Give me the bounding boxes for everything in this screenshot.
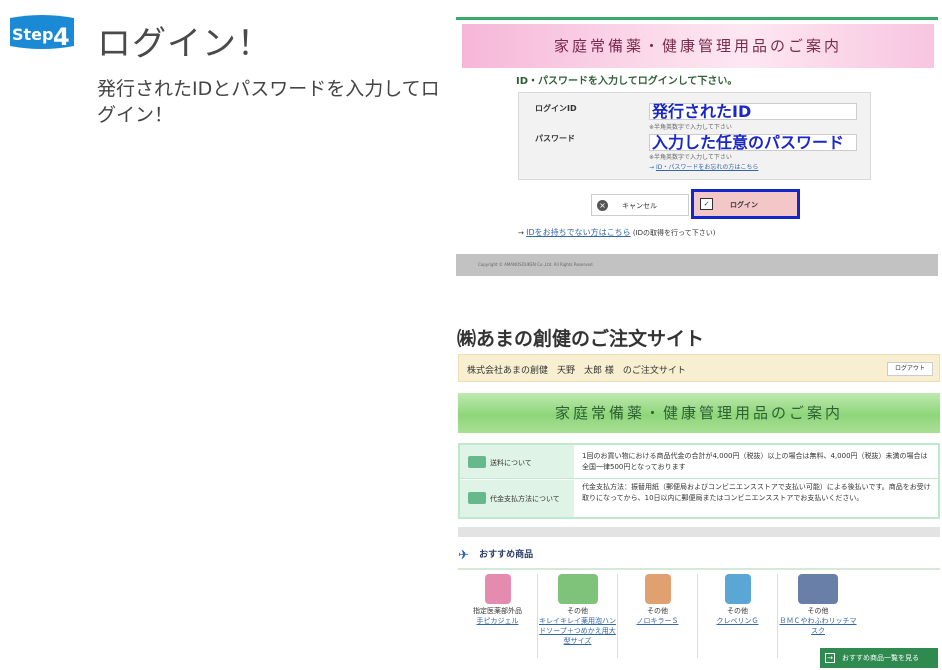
info-label: 代金支払方法について xyxy=(490,495,560,503)
info-label-cell: 代金支払方法について xyxy=(460,480,574,517)
login-form: ログインID 発行されたID ※半角英数字で入力して下さい パスワード 入力した… xyxy=(518,92,871,180)
site-header-text: 株式会社あまの創健 天野 太郎 様 のご注文サイト xyxy=(467,366,686,376)
login-button-label: ログイン xyxy=(730,201,758,209)
password-hint: ※半角英数字で入力して下さい xyxy=(649,154,732,161)
product-category: その他 xyxy=(647,607,668,615)
login-id-hint: ※半角英数字で入力して下さい xyxy=(649,124,732,131)
info-text: 代金支払方法：振替用紙（郵便局およびコンビニエンスストアで支払い可能）による後払… xyxy=(582,483,931,502)
no-id-note: (IDの取得を行って下さい) xyxy=(632,229,716,237)
step-description: 発行されたIDとパスワードを入力してログイン！ xyxy=(97,78,440,126)
product-category: その他 xyxy=(567,607,588,615)
product-image[interactable] xyxy=(724,574,751,604)
recommend-all-button[interactable]: → おすすめ商品一覧を見る xyxy=(820,648,938,668)
password-label: パスワード xyxy=(535,134,575,143)
login-top-line xyxy=(456,17,938,20)
recommend-heading: ✈ おすすめ商品 xyxy=(458,547,534,563)
info-label: 送料について xyxy=(490,459,532,467)
recommend-all-label: おすすめ商品一覧を見る xyxy=(842,654,919,662)
step-badge-number: 4 xyxy=(53,23,70,51)
product-item[interactable]: その他 クレベリンＧ xyxy=(698,574,778,658)
product-category: 指定医薬部外品 xyxy=(473,607,522,615)
site-header: 株式会社あまの創健 天野 太郎 様 のご注文サイト ログアウト xyxy=(458,354,940,382)
product-item[interactable]: その他 ＢＭＣやわふわリッチマスク xyxy=(778,574,858,658)
product-item[interactable]: その他 ノロキラーＳ xyxy=(618,574,698,658)
recommend-title: おすすめ商品 xyxy=(479,550,534,560)
site-banner: 家庭常備薬・健康管理用品のご案内 xyxy=(458,393,940,433)
product-category: その他 xyxy=(807,607,829,615)
product-name-link[interactable]: ＢＭＣやわふわリッチマスク xyxy=(778,616,858,636)
close-icon: × xyxy=(597,200,608,211)
info-text: 1回のお買い物における商品代金の合計が4,000円（税抜）以上の場合は無料、4,… xyxy=(582,452,928,471)
step-title: ログイン！ xyxy=(97,24,272,64)
login-footer: Copyright © AMANOSOUKEN Co.,Ltd. All Rig… xyxy=(456,254,938,276)
product-item[interactable]: その他 キレイキレイ薬用泡ハンドソープ＋つめかえ用大型サイズ xyxy=(538,574,618,658)
login-button[interactable]: ✓ ログイン xyxy=(691,189,800,219)
step-badge-word: Step xyxy=(12,25,53,44)
logout-button[interactable]: ログアウト xyxy=(887,362,933,376)
payment-icon xyxy=(468,492,486,504)
no-id-link[interactable]: IDをお持ちでない方はこちら xyxy=(526,228,631,237)
product-name-link[interactable]: ノロキラーＳ xyxy=(618,616,697,626)
cancel-button-label: キャンセル xyxy=(622,202,657,210)
section-separator xyxy=(458,527,940,537)
info-row-payment: 代金支払方法について 代金支払方法：振替用紙（郵便局およびコンビニエンスストアで… xyxy=(460,480,938,517)
product-name-link[interactable]: キレイキレイ薬用泡ハンドソープ＋つめかえ用大型サイズ xyxy=(538,616,617,646)
product-image[interactable] xyxy=(644,574,671,604)
login-id-label: ログインID xyxy=(535,104,577,113)
login-banner: 家庭常備薬・健康管理用品のご案内 xyxy=(462,24,934,68)
info-table: 送料について 1回のお買い物における商品代金の合計が4,000円（税抜）以上の場… xyxy=(458,443,940,519)
product-name-link[interactable]: クレベリンＧ xyxy=(698,616,777,626)
step-badge-icon: Step 4 xyxy=(10,15,74,51)
password-input[interactable]: 入力した任意のパスワード xyxy=(649,134,857,151)
product-name-link[interactable]: 手ピカジェル xyxy=(458,616,537,626)
product-category: その他 xyxy=(727,607,748,615)
login-lead-text: ID・パスワードを入力してログインして下さい。 xyxy=(516,76,738,87)
no-id-row: → IDをお持ちでない方はこちら (IDの取得を行って下さい) xyxy=(518,227,715,238)
login-id-input[interactable]: 発行されたID xyxy=(649,103,857,120)
login-icon: ✓ xyxy=(700,198,713,210)
product-item[interactable]: 指定医薬部外品 手ピカジェル xyxy=(458,574,538,658)
cancel-button[interactable]: × キャンセル xyxy=(591,194,689,216)
recommend-divider xyxy=(458,568,940,570)
info-label-cell: 送料について xyxy=(460,445,574,478)
product-image[interactable] xyxy=(798,574,838,604)
site-title: ㈱あまの創健のご注文サイト xyxy=(457,328,705,350)
product-image[interactable] xyxy=(557,574,598,604)
bird-icon: ✈ xyxy=(458,547,469,563)
product-image[interactable] xyxy=(484,574,511,604)
truck-icon xyxy=(468,456,486,468)
forgot-link-text[interactable]: ID・パスワードをお忘れの方はこちら xyxy=(656,164,758,171)
forgot-link[interactable]: → ID・パスワードをお忘れの方はこちら xyxy=(649,162,758,171)
no-id-arrow: → xyxy=(518,229,524,237)
forgot-arrow: → xyxy=(649,164,655,171)
arrow-right-icon: → xyxy=(825,653,835,663)
info-row-shipping: 送料について 1回のお買い物における商品代金の合計が4,000円（税抜）以上の場… xyxy=(460,445,938,479)
login-screenshot: 家庭常備薬・健康管理用品のご案内 ID・パスワードを入力してログインして下さい。… xyxy=(456,14,938,276)
